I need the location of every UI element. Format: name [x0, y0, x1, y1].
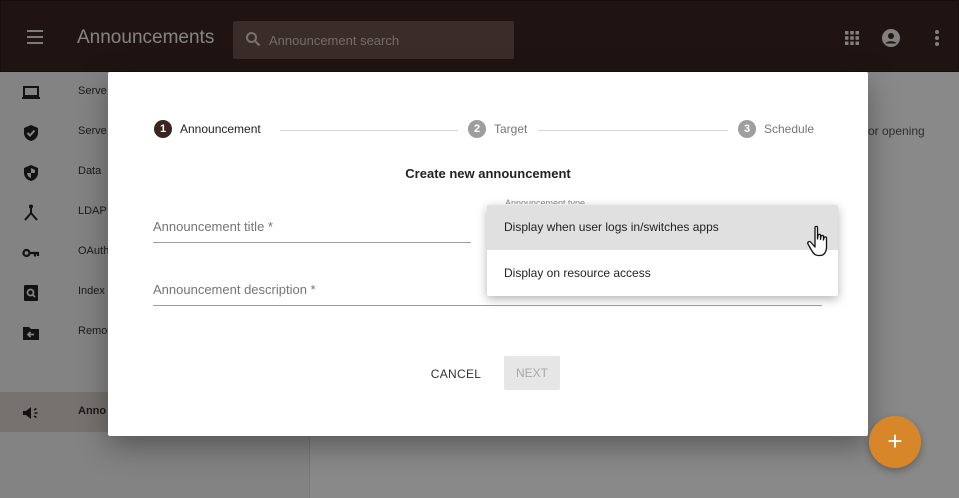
- next-button[interactable]: NEXT: [504, 356, 560, 390]
- hand-cursor-icon: [807, 225, 828, 257]
- option-display-on-resource-access[interactable]: Display on resource access: [487, 251, 838, 296]
- step-label: Announcement: [180, 122, 261, 136]
- cancel-button[interactable]: CANCEL: [424, 360, 488, 388]
- announcement-type-label: Announcement type: [505, 198, 586, 204]
- stepper-connector: [538, 130, 728, 131]
- announcement-title-field[interactable]: Announcement title *: [153, 209, 471, 243]
- step-label: Target: [494, 122, 528, 136]
- add-fab-button[interactable]: +: [869, 416, 921, 468]
- announcement-type-menu: Display when user logs in/switches apps …: [487, 205, 838, 296]
- step-number: 1: [154, 120, 172, 138]
- field-label: Announcement title *: [153, 219, 273, 234]
- step-number: 3: [738, 120, 756, 138]
- option-display-on-login[interactable]: Display when user logs in/switches apps: [487, 205, 838, 250]
- stepper-connector: [280, 130, 458, 131]
- field-label: Announcement description *: [153, 282, 316, 297]
- step-number: 2: [468, 120, 486, 138]
- dialog-title: Create new announcement: [405, 166, 571, 181]
- step-label: Schedule: [764, 122, 815, 136]
